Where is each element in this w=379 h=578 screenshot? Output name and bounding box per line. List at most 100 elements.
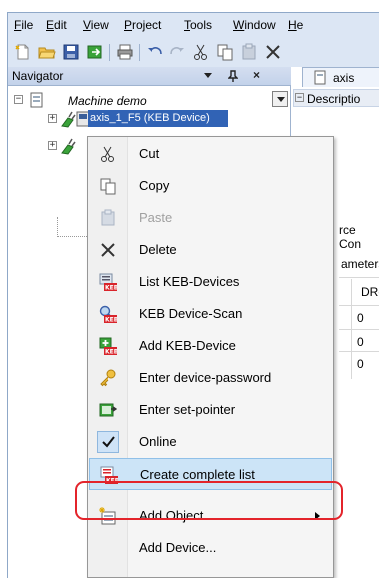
save-icon[interactable] [62,43,80,61]
dropdown-icon[interactable] [204,73,212,79]
grid-line [339,305,379,306]
menu-item-add-keb-device[interactable]: KEB Add KEB-Device [89,330,332,362]
set-pointer-icon [99,403,117,417]
menu-item-delete[interactable]: Delete [89,234,332,266]
menu-item-list-keb-devices[interactable]: KEB List KEB-Devices [89,266,332,298]
menu-item-label: Add Device... [139,540,217,555]
menu-item-label: Paste [139,210,173,225]
menu-item-add-device[interactable]: Add Device... [89,532,332,564]
menu-window-mnemonic: W [233,18,245,32]
svg-text:KEB: KEB [105,317,117,324]
menu-view[interactable]: View [83,18,109,32]
svg-text:KEB: KEB [105,285,117,292]
open-folder-icon[interactable] [38,43,56,61]
tree-child-label: axis_1_F5 (KEB Device) [90,112,210,124]
chevron-down-icon[interactable] [272,91,288,107]
menu-file-rest: ile [21,18,34,32]
source-config-label: rce Con [339,223,362,251]
svg-text:KEB: KEB [105,349,117,356]
copy-icon [100,178,116,195]
cut-icon [101,146,114,162]
parameters-label: ameters [341,257,379,271]
paste-icon [101,209,115,226]
menu-view-mnemonic: V [83,18,91,32]
menu-item-copy[interactable]: Copy [89,170,332,202]
keb-scan-icon: KEB [99,305,117,323]
tab-axis[interactable]: axis [302,67,379,87]
collapse-icon[interactable]: − [295,93,304,102]
undo-icon[interactable] [146,43,164,61]
grid-line [339,277,379,278]
key-icon [100,369,116,387]
copy-icon[interactable] [216,43,234,61]
tree-connector [57,217,58,237]
table-cell: 0 [357,357,364,371]
navigator-header: Navigator × [8,67,291,86]
expand-icon[interactable]: + [48,141,57,150]
pin-icon[interactable] [228,70,238,82]
menu-item-cut[interactable]: Cut [89,138,332,170]
menu-item-label: KEB Device-Scan [139,306,243,321]
paste-icon[interactable] [240,43,258,61]
tree-node-device-1[interactable]: + axis_1_F5 (KEB Device) [48,110,288,128]
menu-item-paste[interactable]: Paste [89,202,332,234]
screenshot-frame: File Edit View Project Tools Window He N… [0,0,379,578]
menu-item-keb-device-scan[interactable]: KEB KEB Device-Scan [89,298,332,330]
keb-list-icon: KEB [99,273,117,291]
main-toolbar [8,39,379,67]
toolbar-separator [139,44,140,61]
collapse-icon[interactable]: − [14,95,23,104]
menu-item-label: Enter set-pointer [139,402,236,417]
menu-tools-rest: ools [190,18,213,32]
menu-bar: File Edit View Project Tools Window He [8,13,379,39]
new-file-icon[interactable] [14,43,32,61]
delete-icon[interactable] [264,43,282,61]
menu-item-label: Cut [139,146,160,161]
menu-edit-rest: dit [54,18,67,32]
menu-item-label: Copy [139,178,170,193]
grid-line [339,351,379,352]
redo-icon[interactable] [168,43,186,61]
description-row[interactable]: − Descriptio [293,89,379,107]
cut-icon[interactable] [192,43,210,61]
expand-icon[interactable]: + [48,114,57,123]
table-cell: 0 [357,311,364,325]
menu-item-label: List KEB-Devices [139,274,240,289]
device-plug-icon [61,111,76,128]
export-icon[interactable] [86,43,104,61]
grid-line [339,329,379,330]
print-icon[interactable] [116,43,134,61]
menu-tools[interactable]: Tools [184,18,212,32]
tree-node-root[interactable]: − Machine demo [14,91,288,109]
menu-edit[interactable]: Edit [46,18,67,32]
menu-item-label: Delete [139,242,177,257]
close-icon[interactable]: × [253,68,260,82]
menu-item-label: Create complete list [140,467,255,482]
menu-item-online[interactable]: Online [89,426,332,458]
menu-item-enter-device-password[interactable]: Enter device-password [89,362,332,394]
description-label: Descriptio [307,92,361,106]
tree-root-label: Machine demo [68,94,147,108]
tab-label: axis [333,71,355,85]
menu-file[interactable]: File [14,18,33,32]
toolbar-separator [109,44,110,61]
menu-window[interactable]: Window [233,18,276,32]
table-cell: 0 [357,335,364,349]
menu-edit-mnemonic: E [46,18,55,32]
menu-item-enter-set-pointer[interactable]: Enter set-pointer [89,394,332,426]
highlight-callout [75,481,343,520]
menu-view-rest: iew [90,18,109,32]
menu-item-label: Add KEB-Device [139,338,236,353]
navigator-title: Navigator [12,69,64,83]
menu-window-rest: indow [244,18,276,32]
menu-project-mnemonic: P [124,18,133,32]
menu-item-label: Enter device-password [139,370,272,385]
menu-help[interactable]: He [288,18,303,32]
menu-project[interactable]: Project [124,18,161,32]
column-header: DRe [361,285,379,299]
menu-help-rest: e [296,18,304,32]
keb-add-icon: KEB [99,337,117,355]
project-icon [30,92,43,108]
menu-project-rest: roject [132,18,162,32]
device-plug-icon [61,138,76,155]
